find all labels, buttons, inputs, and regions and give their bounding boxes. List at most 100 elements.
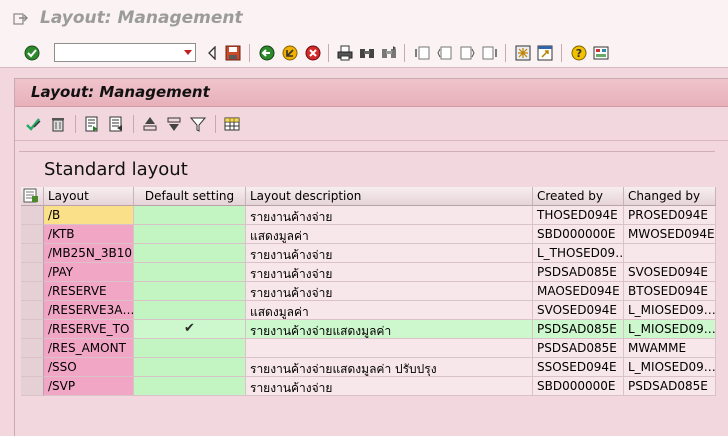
row-selector[interactable] xyxy=(21,358,44,377)
find-next-icon[interactable] xyxy=(380,44,398,62)
layout-cell[interactable]: /SVP xyxy=(44,377,134,396)
created-by-cell[interactable]: THOSED094E xyxy=(533,206,624,225)
created-by-cell[interactable]: MAOSED094E xyxy=(533,282,624,301)
changed-by-cell[interactable]: BTOSED094E xyxy=(624,282,716,301)
changed-by-cell[interactable]: MWAMME xyxy=(624,339,716,358)
table-row[interactable]: /SSO รายงานค้างจ่ายแสดงมูลค่า ปรับปรุง S… xyxy=(21,358,716,377)
changed-by-cell[interactable]: L_MIOSED09… xyxy=(624,358,716,377)
exit-menu-icon[interactable] xyxy=(13,11,28,26)
description-cell[interactable]: รายงานค้างจ่าย xyxy=(246,244,533,263)
row-selector[interactable] xyxy=(21,263,44,282)
created-by-cell[interactable]: PSDSAD085E xyxy=(533,339,624,358)
table-row[interactable]: /RESERVE3A… แสดงมูลค่า SVOSED094E L_MIOS… xyxy=(21,301,716,320)
column-header-created-by[interactable]: Created by xyxy=(533,187,624,206)
default-setting-cell[interactable] xyxy=(134,339,246,358)
table-row-default[interactable]: /RESERVE_TO ✔ รายงานค้างจ่ายแสดงมูลค่า P… xyxy=(21,320,716,339)
help-icon[interactable]: ? xyxy=(570,44,588,62)
save-icon[interactable] xyxy=(224,44,242,62)
table-row[interactable]: /PAY รายงานค้างจ่าย PSDSAD085E SVOSED094… xyxy=(21,263,716,282)
sort-descending-icon[interactable] xyxy=(165,115,183,133)
created-by-cell[interactable]: SSOSED094E xyxy=(533,358,624,377)
row-selector[interactable] xyxy=(21,301,44,320)
column-header-layout[interactable]: Layout xyxy=(44,187,134,206)
created-by-cell[interactable]: SVOSED094E xyxy=(533,301,624,320)
default-setting-cell[interactable] xyxy=(134,301,246,320)
details-icon[interactable] xyxy=(223,115,241,133)
cancel-icon[interactable] xyxy=(304,44,322,62)
column-header-layout-description[interactable]: Layout description xyxy=(246,187,533,206)
default-setting-cell[interactable] xyxy=(134,263,246,282)
check-icon[interactable] xyxy=(25,115,43,133)
last-page-icon[interactable] xyxy=(480,44,498,62)
table-row[interactable]: /RESERVE รายงานค้างจ่าย MAOSED094E BTOSE… xyxy=(21,282,716,301)
layout-cell[interactable]: /RESERVE xyxy=(44,282,134,301)
table-row[interactable]: /MB25N_3B10 รายงานค้างจ่าย L_THOSED09… xyxy=(21,244,716,263)
description-cell[interactable]: รายงานค้างจ่าย xyxy=(246,377,533,396)
changed-by-cell[interactable]: L_MIOSED09… xyxy=(624,301,716,320)
first-page-icon[interactable] xyxy=(414,44,432,62)
table-row[interactable]: /RES_AMONT PSDSAD085E MWAMME xyxy=(21,339,716,358)
description-cell[interactable]: แสดงมูลค่า xyxy=(246,225,533,244)
default-setting-cell[interactable] xyxy=(134,206,246,225)
layout-cell[interactable]: /RES_AMONT xyxy=(44,339,134,358)
back-icon[interactable] xyxy=(258,44,276,62)
changed-by-cell[interactable]: PSDSAD085E xyxy=(624,377,716,396)
row-selector[interactable] xyxy=(21,339,44,358)
changed-by-cell[interactable]: SVOSED094E xyxy=(624,263,716,282)
find-icon[interactable] xyxy=(358,44,376,62)
default-setting-cell[interactable] xyxy=(134,244,246,263)
exit-icon[interactable] xyxy=(281,44,299,62)
row-selector[interactable] xyxy=(21,225,44,244)
command-field[interactable] xyxy=(54,43,196,62)
prev-page-icon[interactable] xyxy=(436,44,454,62)
layout-cell[interactable]: /B xyxy=(44,206,134,225)
back-arrow-icon[interactable] xyxy=(203,44,221,62)
row-selector[interactable] xyxy=(21,206,44,225)
description-cell[interactable]: รายงานค้างจ่าย xyxy=(246,282,533,301)
layout-cell[interactable]: /RESERVE_TO xyxy=(44,320,134,339)
created-by-cell[interactable]: SBD000000E xyxy=(533,225,624,244)
default-setting-cell[interactable] xyxy=(134,377,246,396)
table-row[interactable]: /B รายงานค้างจ่าย THOSED094E PROSED094E xyxy=(21,206,716,225)
changed-by-cell[interactable]: L_MIOSED09… xyxy=(624,320,716,339)
created-by-cell[interactable]: PSDSAD085E xyxy=(533,320,624,339)
transport-icon[interactable] xyxy=(83,115,101,133)
description-cell[interactable]: รายงานค้างจ่ายแสดงมูลค่า ปรับปรุง xyxy=(246,358,533,377)
default-setting-cell[interactable] xyxy=(134,358,246,377)
layout-cell[interactable]: /PAY xyxy=(44,263,134,282)
default-setting-cell[interactable] xyxy=(134,225,246,244)
layout-cell[interactable]: /MB25N_3B10 xyxy=(44,244,134,263)
created-by-cell[interactable]: PSDSAD085E xyxy=(533,263,624,282)
shortcut-icon[interactable] xyxy=(536,44,554,62)
changed-by-cell[interactable] xyxy=(624,244,716,263)
row-selector[interactable] xyxy=(21,282,44,301)
customize-layout-icon[interactable] xyxy=(592,44,610,62)
select-all-icon[interactable] xyxy=(21,187,44,206)
table-row[interactable]: /KTB แสดงมูลค่า SBD000000E MWOSED094E xyxy=(21,225,716,244)
row-selector[interactable] xyxy=(21,377,44,396)
description-cell[interactable]: รายงานค้างจ่ายแสดงมูลค่า xyxy=(246,320,533,339)
chevron-down-icon[interactable] xyxy=(184,50,192,55)
changed-by-cell[interactable]: PROSED094E xyxy=(624,206,716,225)
description-cell[interactable]: รายงานค้างจ่าย xyxy=(246,263,533,282)
changed-by-cell[interactable]: MWOSED094E xyxy=(624,225,716,244)
layout-cell[interactable]: /RESERVE3A… xyxy=(44,301,134,320)
column-header-default-setting[interactable]: Default setting xyxy=(134,187,246,206)
description-cell[interactable]: รายงานค้างจ่าย xyxy=(246,206,533,225)
default-checkmark-icon[interactable]: ✔ xyxy=(134,320,246,339)
created-by-cell[interactable]: L_THOSED09… xyxy=(533,244,624,263)
description-cell[interactable]: แสดงมูลค่า xyxy=(246,301,533,320)
layout-cell[interactable]: /SSO xyxy=(44,358,134,377)
import-icon[interactable] xyxy=(107,115,125,133)
enter-icon[interactable] xyxy=(23,44,41,62)
created-by-cell[interactable]: SBD000000E xyxy=(533,377,624,396)
description-cell[interactable] xyxy=(246,339,533,358)
table-row[interactable]: /SVP รายงานค้างจ่าย SBD000000E PSDSAD085… xyxy=(21,377,716,396)
filter-icon[interactable] xyxy=(189,115,207,133)
new-session-icon[interactable] xyxy=(514,44,532,62)
print-icon[interactable] xyxy=(336,44,354,62)
delete-icon[interactable] xyxy=(49,115,67,133)
default-setting-cell[interactable] xyxy=(134,282,246,301)
sort-ascending-icon[interactable] xyxy=(141,115,159,133)
column-header-changed-by[interactable]: Changed by xyxy=(624,187,716,206)
